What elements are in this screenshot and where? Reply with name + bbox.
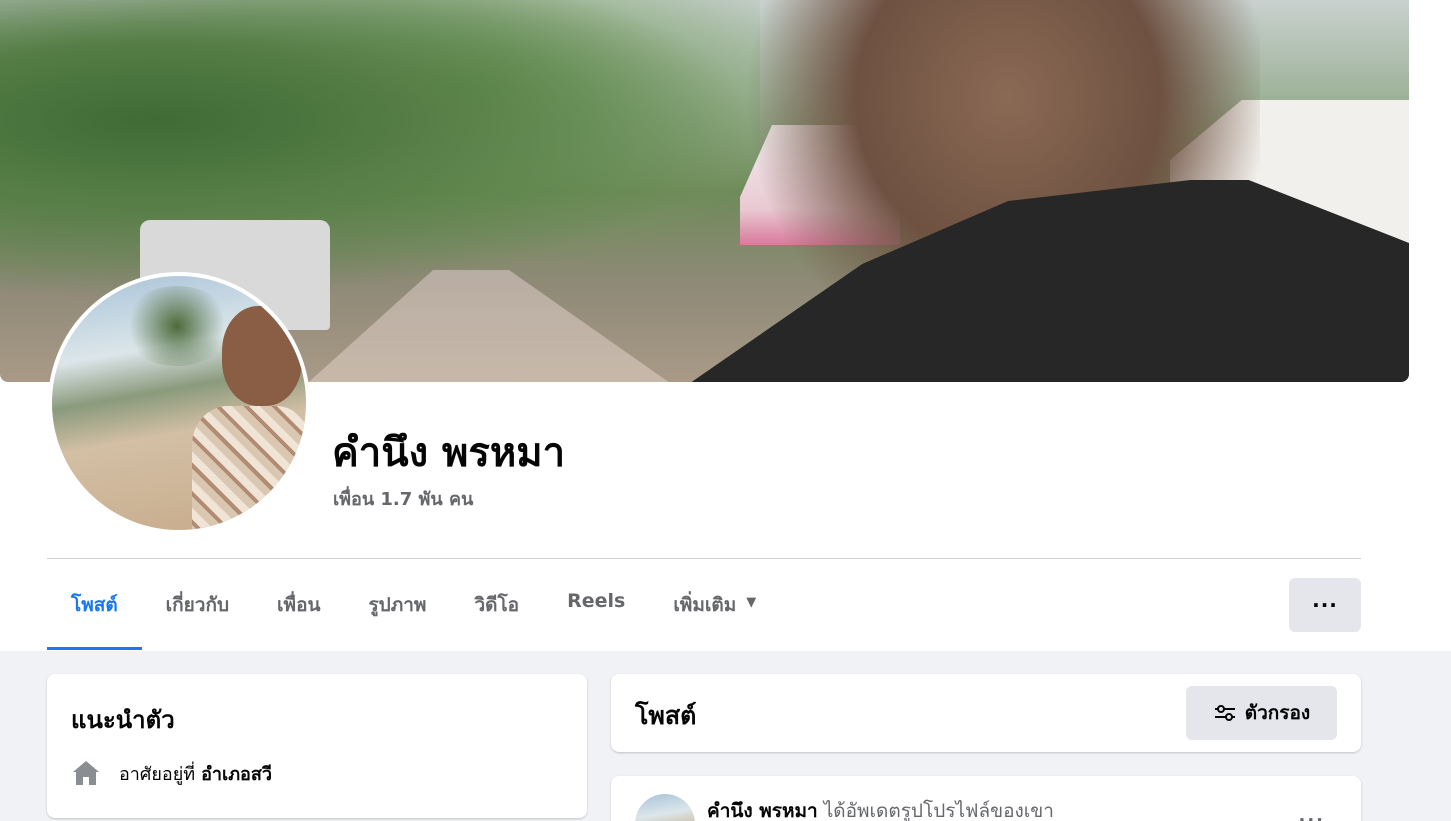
post-header: คำนึง พรหมา ได้อัพเดตรูปโปรไฟล์ของเขา [707,796,1054,821]
tab-label: โพสต์ [71,594,118,616]
tab-label: เพื่อน [277,594,321,616]
tab-label: รูปภาพ [368,594,427,616]
friend-count[interactable]: เพื่อน 1.7 พัน คน [333,484,473,513]
avatar-shirt [192,406,306,530]
tab-more[interactable]: เพิ่มเติม ▼ [649,578,780,650]
avatar-face [222,306,302,406]
posts-header-card: โพสต์ ตัวกรอง [611,674,1361,752]
intro-title: แนะนำตัว [71,706,175,734]
profile-avatar[interactable] [48,272,310,534]
tab-label: วิดีโอ [474,594,520,616]
post-author-name[interactable]: คำนึง พรหมา [707,800,818,821]
more-icon: ··· [1312,593,1338,617]
tab-friends[interactable]: เพื่อน [253,578,344,650]
posts-title: โพสต์ [635,701,697,730]
lives-in-value[interactable]: อำเภอสวี [201,759,272,788]
post-card: คำนึง พรหมา ได้อัพเดตรูปโปรไฟล์ของเขา ··· [611,776,1361,821]
tab-label: เพิ่มเติม [673,594,737,616]
caret-down-icon: ▼ [746,595,757,610]
filter-icon [1214,705,1235,721]
tab-photos[interactable]: รูปภาพ [344,578,450,650]
tab-videos[interactable]: วิดีโอ [450,578,543,650]
header-divider [47,558,1361,559]
tab-label: เกี่ยวกับ [165,594,230,616]
intro-lives-in: อาศัยอยู่ที่ อำเภอสวี [71,758,272,788]
post-menu-icon[interactable]: ··· [1298,810,1325,821]
filter-button[interactable]: ตัวกรอง [1186,686,1337,740]
tab-posts[interactable]: โพสต์ [47,578,142,650]
home-icon [71,758,101,788]
lives-in-prefix: อาศัยอยู่ที่ [119,763,196,785]
tab-reels[interactable]: Reels [543,578,649,650]
cover-trees [0,0,760,300]
avatar-palm [122,286,232,366]
profile-header: คำนึง พรหมา เพื่อน 1.7 พัน คน โพสต์ เกี่… [0,0,1451,651]
filter-label: ตัวกรอง [1244,702,1311,724]
intro-card: แนะนำตัว อาศัยอยู่ที่ อำเภอสวี [47,674,587,818]
more-options-button[interactable]: ··· [1289,578,1361,632]
post-action-text: ได้อัพเดตรูปโปรไฟล์ของเขา [823,800,1054,821]
tab-about[interactable]: เกี่ยวกับ [142,578,253,650]
post-author-avatar[interactable] [635,794,695,821]
profile-name: คำนึง พรหมา [332,430,566,476]
profile-tabs: โพสต์ เกี่ยวกับ เพื่อน รูปภาพ วิดีโอ Ree… [47,578,780,650]
tab-label: Reels [567,590,626,612]
